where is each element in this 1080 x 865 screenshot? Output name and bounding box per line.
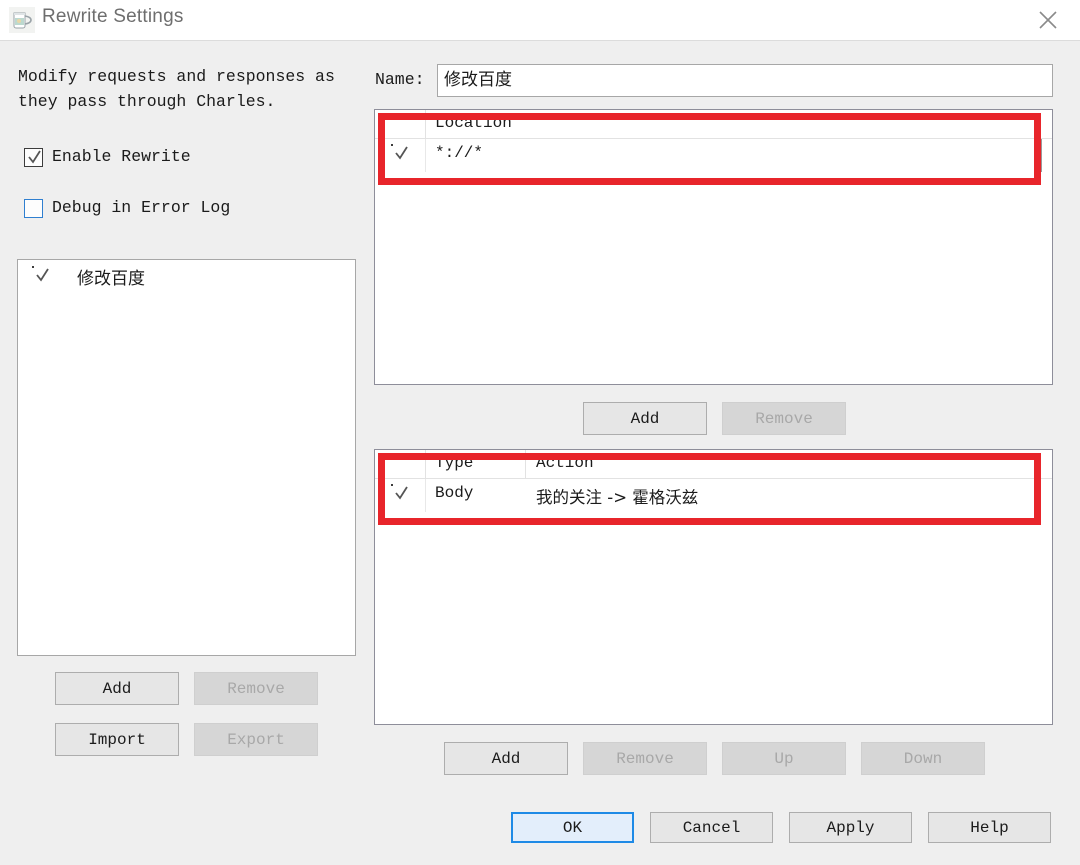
rules-down-button: Down	[861, 742, 985, 775]
rules-add-button[interactable]: Add	[444, 742, 568, 775]
checkbox-box	[24, 148, 43, 167]
location-remove-button: Remove	[722, 402, 846, 435]
location-table-header: Location	[375, 110, 1052, 139]
column-header-location[interactable]: Location	[435, 114, 512, 132]
rules-table[interactable]: Type Action Body 我的关注 -> 霍格沃兹	[374, 449, 1053, 725]
window-title: Rewrite Settings	[42, 6, 184, 27]
name-input[interactable]: 修改百度	[437, 64, 1053, 97]
sets-remove-button: Remove	[194, 672, 318, 705]
name-label: Name:	[375, 70, 425, 89]
rules-remove-button: Remove	[583, 742, 707, 775]
charles-jug-icon	[9, 7, 35, 33]
location-table[interactable]: Location *://*	[374, 109, 1053, 385]
sets-import-button[interactable]: Import	[55, 723, 179, 756]
checkbox-box[interactable]	[32, 266, 49, 282]
table-row[interactable]: Body 我的关注 -> 霍格沃兹	[375, 479, 1052, 512]
rules-up-button: Up	[722, 742, 846, 775]
cell-action: 我的关注 -> 霍格沃兹	[536, 488, 699, 507]
checkbox-box[interactable]	[391, 144, 408, 160]
checkbox-box[interactable]	[391, 484, 408, 500]
rules-table-header: Type Action	[375, 450, 1052, 479]
enable-rewrite-label: Enable Rewrite	[52, 147, 191, 166]
location-add-button[interactable]: Add	[583, 402, 707, 435]
location-table-scrollbar[interactable]	[1041, 139, 1052, 172]
checkbox-box	[24, 199, 43, 218]
debug-error-log-label: Debug in Error Log	[52, 198, 231, 217]
apply-button[interactable]: Apply	[789, 812, 912, 843]
column-header-action[interactable]: Action	[536, 454, 594, 472]
help-button[interactable]: Help	[928, 812, 1051, 843]
cancel-button[interactable]: Cancel	[650, 812, 773, 843]
rewrite-sets-list[interactable]: 修改百度	[17, 259, 356, 656]
sets-add-button[interactable]: Add	[55, 672, 179, 705]
cell-type: Body	[435, 484, 474, 502]
cell-location: *://*	[435, 144, 484, 162]
title-bar: Rewrite Settings	[0, 0, 1080, 41]
column-header-type[interactable]: Type	[435, 454, 473, 472]
close-icon[interactable]	[1016, 0, 1080, 40]
dialog-description: Modify requests and responses as they pa…	[18, 67, 335, 111]
list-item-label: 修改百度	[77, 269, 145, 289]
sets-export-button: Export	[194, 723, 318, 756]
table-row[interactable]: *://*	[375, 139, 1052, 172]
ok-button[interactable]: OK	[511, 812, 634, 843]
rewrite-settings-dialog: Rewrite Settings Modify requests and res…	[0, 0, 1080, 865]
